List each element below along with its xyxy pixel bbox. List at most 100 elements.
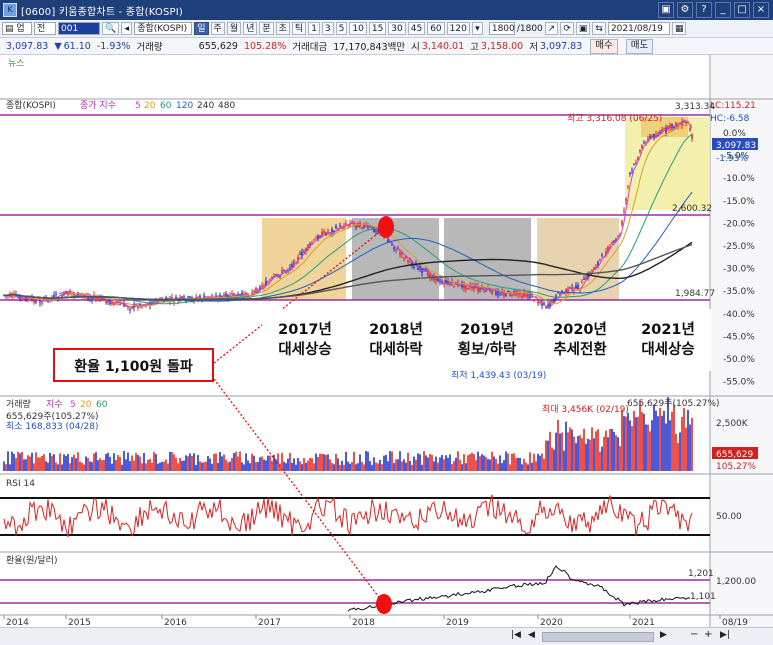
period-tick[interactable]: 틱 <box>291 22 307 35</box>
interval-10[interactable]: 10 <box>349 22 367 35</box>
annotation-year: 2018년 <box>369 322 423 338</box>
interval-5[interactable]: 5 <box>335 22 348 35</box>
save-icon[interactable]: ▣ <box>575 22 591 35</box>
count-input[interactable]: 1800 <box>488 22 515 35</box>
period-month[interactable]: 월 <box>226 22 242 35</box>
minimize-icon[interactable]: _ <box>715 2 731 18</box>
volume-bar <box>661 415 663 471</box>
custom-interval-icon[interactable]: ▾ <box>471 22 483 35</box>
volume-bar <box>315 453 317 471</box>
period-day[interactable]: 일 <box>194 22 209 35</box>
scroll-prev-icon[interactable]: ◀ <box>528 630 535 640</box>
volume-bar <box>89 461 91 471</box>
period-minute[interactable]: 분 <box>259 22 274 35</box>
current-price-tag-text: 3,097.83 <box>716 141 756 151</box>
interval-30[interactable]: 30 <box>388 22 406 35</box>
volume-bar <box>31 452 33 471</box>
volume-bar <box>679 432 681 471</box>
volume-bar <box>55 462 57 471</box>
volume-bar <box>341 460 343 471</box>
volume-bar <box>491 451 493 471</box>
interval-120[interactable]: 120 <box>446 22 470 35</box>
volume-bar <box>43 454 45 471</box>
volume-bar <box>129 461 131 471</box>
volume-bar <box>175 457 177 471</box>
volume-bar <box>273 454 275 471</box>
main-axis-tick: -10.0% <box>723 174 755 184</box>
volume-min-note: 최소 168,833 (04/28) <box>6 421 98 432</box>
volume-bar <box>583 428 585 471</box>
volume-bar <box>123 451 125 471</box>
volume-bar <box>529 452 531 471</box>
ma-5: 5 <box>135 101 141 111</box>
volume-bar <box>653 404 655 471</box>
title-bar: K [0600] 키움종합차트 - 종합(KOSPI) ▣ ⚙ ? _ □ × <box>0 0 773 20</box>
chart-tool-icon[interactable]: ↗ <box>544 22 559 35</box>
restore-icon[interactable]: □ <box>734 2 750 18</box>
volume-bar <box>601 446 603 471</box>
price-change-pct: -1.93% <box>96 40 131 52</box>
interval-15[interactable]: 15 <box>368 22 387 35</box>
candle-body <box>643 142 645 144</box>
candle-body <box>239 294 241 296</box>
buy-button[interactable]: 매수 <box>590 38 618 54</box>
low-label: 저 <box>529 42 538 53</box>
prev-icon[interactable]: ◂ <box>121 22 133 35</box>
date-input[interactable]: 2021/08/19 <box>607 22 670 35</box>
close-icon[interactable]: × <box>753 2 769 18</box>
period-second[interactable]: 초 <box>275 22 290 35</box>
volume-bar <box>617 437 619 471</box>
scroll-first-icon[interactable]: |◀ <box>511 630 521 640</box>
candle-body <box>299 253 301 255</box>
volume-bar <box>423 451 425 471</box>
code-input[interactable]: 001 <box>58 22 100 35</box>
period-type-select[interactable]: 전 <box>34 22 56 35</box>
volume-bar <box>447 457 449 471</box>
chart-type-select[interactable]: ▤ 업 <box>2 22 32 35</box>
candle-body <box>533 299 535 301</box>
volume-bar <box>327 454 329 471</box>
volume-bar <box>459 459 461 471</box>
candle-body <box>621 220 623 225</box>
zoom-in-icon[interactable]: + <box>704 629 712 640</box>
period-week[interactable]: 주 <box>210 22 225 35</box>
period-year[interactable]: 년 <box>243 22 258 35</box>
sell-button[interactable]: 매도 <box>625 38 654 54</box>
scroll-bar[interactable]: |◀ ◀ ▶ − + ▶| <box>0 627 773 645</box>
interval-60[interactable]: 60 <box>427 22 445 35</box>
volume-bar <box>3 461 5 471</box>
scroll-last-icon[interactable]: ▶| <box>720 630 730 640</box>
calendar-icon[interactable]: ▦ <box>671 22 687 35</box>
volume-bar <box>461 464 463 471</box>
candle-body <box>203 295 205 298</box>
interval-1[interactable]: 1 <box>308 22 320 35</box>
tool-icon[interactable]: ⚙ <box>677 2 693 18</box>
interval-45[interactable]: 45 <box>407 22 426 35</box>
volume-bar <box>395 459 397 471</box>
search-icon[interactable]: 🔍 <box>102 22 120 35</box>
volume-bar <box>293 458 295 471</box>
scroll-next-icon[interactable]: ▶ <box>660 630 667 640</box>
candle-body <box>171 297 173 299</box>
volume-bar <box>153 451 155 471</box>
link-icon[interactable]: ⇆ <box>592 22 606 35</box>
volume-bar <box>571 429 573 471</box>
volume-bar <box>137 454 139 471</box>
candle-body <box>485 290 487 292</box>
interval-3[interactable]: 3 <box>321 22 334 35</box>
candle-body <box>505 294 507 296</box>
volume-bar <box>553 449 555 471</box>
replay-icon[interactable]: ⟳ <box>560 22 574 35</box>
volume-bar <box>19 453 21 471</box>
scroll-thumb[interactable] <box>542 632 654 642</box>
market-name-field: 종합(KOSPI) <box>134 22 193 35</box>
zoom-out-icon[interactable]: − <box>690 629 698 640</box>
annotation-trend: 추세전환 <box>553 342 607 358</box>
lc-label: LC:115.21 <box>710 101 756 111</box>
help-icon[interactable]: ? <box>696 2 712 18</box>
pin-icon[interactable]: ▣ <box>658 2 674 18</box>
candle-body <box>253 290 255 292</box>
rsi-panel-label: RSI 14 <box>6 479 35 489</box>
volume-bar <box>169 451 171 471</box>
volume-bar <box>187 456 189 471</box>
